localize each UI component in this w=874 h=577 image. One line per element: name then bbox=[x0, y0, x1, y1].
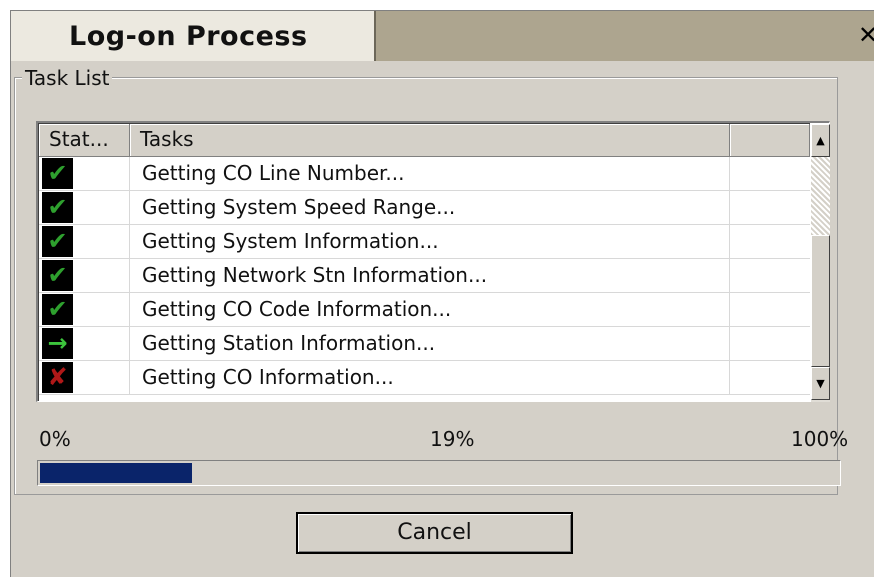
column-divider bbox=[729, 225, 730, 258]
column-header-tasks[interactable]: Tasks bbox=[130, 124, 730, 157]
table-row[interactable]: ✘ Getting CO Information... bbox=[39, 361, 810, 395]
title-bar: Log-on Process ✕ bbox=[11, 11, 874, 61]
task-label: Getting Station Information... bbox=[142, 331, 436, 355]
status-cell: ✘ bbox=[39, 361, 130, 394]
check-icon: ✔ bbox=[42, 260, 73, 291]
column-divider bbox=[729, 361, 730, 394]
cancel-button[interactable]: Cancel bbox=[296, 512, 573, 554]
column-divider bbox=[729, 327, 730, 360]
column-divider bbox=[729, 259, 730, 292]
check-icon: ✔ bbox=[42, 226, 73, 257]
check-icon: ✔ bbox=[42, 192, 73, 223]
column-divider bbox=[729, 293, 730, 326]
status-cell: ✔ bbox=[39, 191, 130, 224]
task-list-view: Stat... Tasks ✔ Getting CO Line Number...… bbox=[38, 123, 830, 402]
arrow-right-icon: → bbox=[42, 328, 73, 359]
status-cell: ✔ bbox=[39, 225, 130, 258]
status-cell: ✔ bbox=[39, 293, 130, 326]
status-cell: ✔ bbox=[39, 259, 130, 292]
column-header-extra[interactable] bbox=[730, 124, 810, 157]
table-row[interactable]: ✔ Getting CO Code Information... bbox=[39, 293, 810, 327]
vertical-scrollbar[interactable]: ▲ ▼ bbox=[811, 124, 830, 402]
task-label: Getting CO Code Information... bbox=[142, 297, 452, 321]
table-row[interactable]: ✔ Getting System Speed Range... bbox=[39, 191, 810, 225]
status-cell: ✔ bbox=[39, 157, 130, 190]
progress-min-label: 0% bbox=[39, 427, 71, 451]
table-row[interactable]: ✔ Getting Network Stn Information... bbox=[39, 259, 810, 293]
table-row[interactable]: ✔ Getting CO Line Number... bbox=[39, 157, 810, 191]
table-row[interactable]: ✔ Getting System Information... bbox=[39, 225, 810, 259]
scroll-thumb[interactable] bbox=[811, 235, 830, 367]
status-cell: → bbox=[39, 327, 130, 360]
task-label: Getting Network Stn Information... bbox=[142, 263, 488, 287]
task-label: Getting System Speed Range... bbox=[142, 195, 456, 219]
title-tab: Log-on Process bbox=[11, 11, 376, 61]
check-icon: ✔ bbox=[42, 158, 73, 189]
task-list: Stat... Tasks ✔ Getting CO Line Number...… bbox=[36, 121, 830, 402]
column-divider bbox=[729, 157, 730, 190]
task-list-label: Task List bbox=[22, 66, 113, 90]
cross-icon: ✘ bbox=[42, 362, 73, 393]
table-row[interactable]: → Getting Station Information... bbox=[39, 327, 810, 361]
progress-current-label: 19% bbox=[430, 427, 475, 451]
dialog-title: Log-on Process bbox=[69, 21, 308, 52]
scroll-up-icon[interactable]: ▲ bbox=[811, 124, 830, 157]
task-label: Getting CO Information... bbox=[142, 365, 394, 389]
check-icon: ✔ bbox=[42, 294, 73, 325]
scroll-down-icon[interactable]: ▼ bbox=[811, 367, 830, 400]
task-label: Getting System Information... bbox=[142, 229, 439, 253]
column-header-status[interactable]: Stat... bbox=[39, 124, 130, 157]
progress-fill bbox=[40, 463, 192, 483]
task-label: Getting CO Line Number... bbox=[142, 161, 405, 185]
scroll-track[interactable] bbox=[811, 157, 830, 235]
close-icon[interactable]: ✕ bbox=[858, 21, 874, 49]
column-divider bbox=[729, 191, 730, 224]
progress-max-label: 100% bbox=[791, 427, 849, 451]
progress-bar bbox=[37, 460, 841, 486]
